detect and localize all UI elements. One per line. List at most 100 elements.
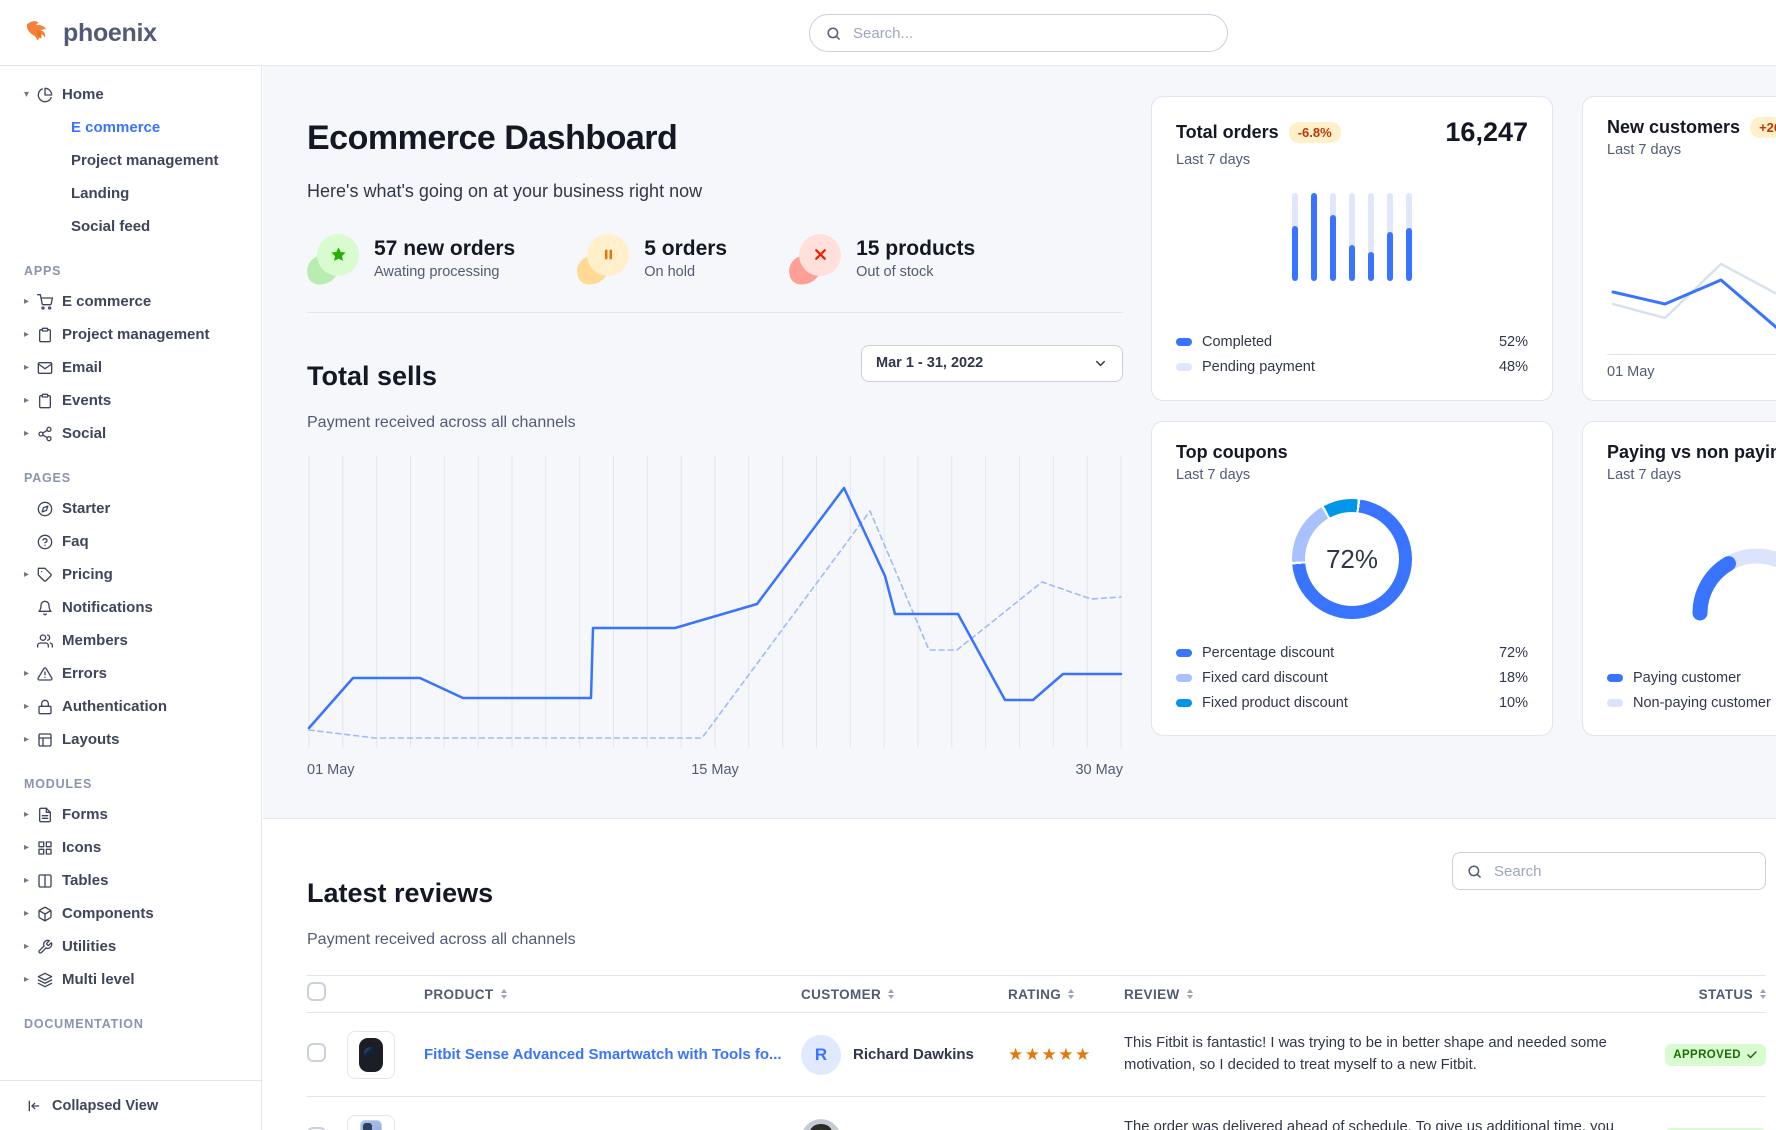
row-checkbox[interactable] [307, 1043, 326, 1062]
sidebar-item[interactable]: ▸ Components [24, 897, 251, 930]
change-badge: +26.5% [1750, 117, 1776, 138]
stat-label: Out of stock [856, 264, 975, 280]
sidebar-item-label: Social [62, 425, 106, 442]
sidebar-item[interactable]: Members [24, 624, 251, 657]
sidebar-item-label: Members [62, 632, 128, 649]
sidebar-section: ▾ Home E commerce Project management Lan… [24, 78, 251, 243]
sidebar-item[interactable]: ▾ Home [24, 78, 251, 111]
layers-icon [37, 972, 54, 988]
clipboard-icon [37, 393, 54, 409]
new-customers-card: New customers +26.5% Last 7 days 01 May [1582, 96, 1776, 401]
sidebar-item[interactable]: ▸ Layouts [24, 723, 251, 756]
sidebar-subitem[interactable]: Landing [71, 177, 251, 210]
sidebar-item[interactable]: ▸ Project management [24, 318, 251, 351]
sidebar-item-label: Authentication [62, 698, 167, 715]
sidebar-section-label: PAGES [24, 471, 251, 485]
table-row: iPhone 13 pro max-Pacific Blue-128GB sto… [307, 1097, 1766, 1130]
stat-label: On hold [644, 264, 727, 280]
legend-row: Non-paying customer [1607, 690, 1776, 715]
sidebar-item-label: Faq [62, 533, 89, 550]
search-icon [1467, 864, 1482, 879]
product-link[interactable]: Fitbit Sense Advanced Smartwatch with To… [424, 1046, 782, 1063]
sidebar-item[interactable]: ▸ Utilities [24, 930, 251, 963]
stat-item: 15 products Out of stock [789, 234, 975, 284]
sidebar-item[interactable]: Notifications [24, 591, 251, 624]
sidebar-item-label: Starter [62, 500, 110, 517]
sidebar-item[interactable]: ▸ Forms [24, 798, 251, 831]
column-header-product[interactable]: PRODUCT [347, 987, 801, 1002]
top-navbar: phoenix [0, 0, 1776, 66]
row-checkbox[interactable] [307, 1127, 326, 1130]
top-coupons-card: Top coupons Last 7 days 72% Percentage d… [1151, 421, 1553, 736]
collapsed-view-toggle[interactable]: Collapsed View [0, 1080, 261, 1130]
sidebar-item[interactable]: ▸ Social [24, 417, 251, 450]
help-circle-icon [37, 534, 54, 550]
sidebar-item[interactable]: ▸ Errors [24, 657, 251, 690]
sidebar-item[interactable]: ▸ E commerce [24, 285, 251, 318]
sidebar-nav: ▾ Home E commerce Project management Lan… [0, 66, 261, 1031]
sidebar-subitem[interactable]: Social feed [71, 210, 251, 243]
column-header-customer[interactable]: CUSTOMER [801, 987, 1008, 1002]
caret-icon: ▾ [24, 89, 37, 100]
brand-logo[interactable]: phoenix [24, 0, 157, 66]
sidebar-item[interactable]: ▸ Tables [24, 864, 251, 897]
column-header-review[interactable]: REVIEW [1124, 987, 1659, 1002]
mail-icon [37, 360, 54, 376]
stat-value: 57 new orders [374, 237, 515, 261]
search-icon [826, 26, 841, 41]
review-text: The order was delivered ahead of schedul… [1124, 1117, 1659, 1130]
reviews-table: PRODUCT CUSTOMER RATING REVIEW STATUS Fi… [307, 975, 1766, 1130]
alert-triangle-icon [37, 666, 54, 682]
latest-reviews-section: Latest reviews Payment received across a… [263, 819, 1776, 1130]
sidebar-item[interactable]: ▸ Events [24, 384, 251, 417]
bell-icon [37, 600, 54, 616]
date-range-select[interactable]: Mar 1 - 31, 2022 [861, 345, 1123, 382]
sidebar-subitem[interactable]: Project management [71, 144, 251, 177]
caret-icon: ▸ [24, 974, 37, 985]
sidebar-item[interactable]: Starter [24, 492, 251, 525]
sidebar-item[interactable]: Faq [24, 525, 251, 558]
stat-icon [789, 234, 841, 284]
legend-swatch [1176, 699, 1192, 707]
caret-icon: ▸ [24, 668, 37, 679]
avatar [801, 1119, 841, 1130]
layout-icon [37, 732, 54, 748]
reviews-search[interactable] [1452, 852, 1766, 890]
caret-icon: ▸ [24, 701, 37, 712]
sidebar-item-label: Components [62, 905, 154, 922]
reviews-search-input[interactable] [1492, 862, 1751, 881]
column-header-status[interactable]: STATUS [1659, 987, 1766, 1002]
legend-swatch [1607, 699, 1623, 707]
stat-value: 5 orders [644, 237, 727, 261]
caret-icon: ▸ [24, 296, 37, 307]
global-search[interactable] [809, 14, 1228, 52]
check-icon [1746, 1049, 1758, 1061]
select-all-checkbox[interactable] [307, 982, 326, 1001]
dashboard-top-section: Ecommerce Dashboard Here's what's going … [263, 66, 1776, 819]
columns-icon [37, 873, 54, 889]
global-search-input[interactable] [851, 24, 1211, 43]
share-icon [37, 426, 54, 442]
tag-icon [37, 567, 54, 583]
users-icon [37, 633, 54, 649]
caret-icon: ▸ [24, 428, 37, 439]
cart-icon [37, 294, 54, 310]
sidebar-item[interactable]: ▸ Icons [24, 831, 251, 864]
sidebar-item-label: Project management [62, 326, 210, 343]
sidebar-item[interactable]: ▸ Multi level [24, 963, 251, 996]
review-text: This Fitbit is fantastic! I was trying t… [1124, 1033, 1659, 1076]
sidebar-item[interactable]: ▸ Email [24, 351, 251, 384]
bar [1330, 193, 1336, 281]
sidebar-subitem[interactable]: E commerce [71, 111, 251, 144]
sidebar-section: PAGES Starter [24, 471, 251, 756]
stat-icon [577, 234, 629, 284]
caret-icon: ▸ [24, 395, 37, 406]
sidebar-item[interactable]: ▸ Pricing [24, 558, 251, 591]
collapsed-view-label: Collapsed View [52, 1098, 158, 1114]
sidebar-section: APPS ▸ E commerce ▸ [24, 264, 251, 450]
page-subtitle: Here's what's going on at your business … [307, 181, 1123, 202]
rating-stars: ★★★★★ [1008, 1045, 1124, 1065]
sidebar-item[interactable]: ▸ Authentication [24, 690, 251, 723]
file-text-icon [37, 807, 54, 823]
column-header-rating[interactable]: RATING [1008, 987, 1124, 1002]
